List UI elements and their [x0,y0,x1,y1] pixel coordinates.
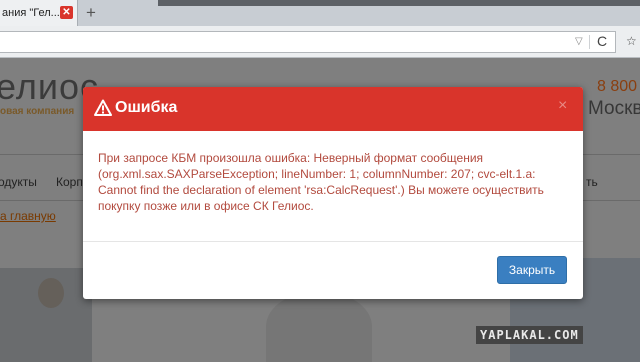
browser-toolbar: ▽ C ☆ [0,26,640,58]
nav-item-corporate[interactable]: Корп [56,175,83,189]
promo-photo-detail [38,278,64,308]
dialog-title: Ошибка [115,99,178,116]
tab-title: ания "Гел... [2,7,60,19]
error-dialog: Ошибка × При запросе КБМ произошла ошибк… [83,87,583,299]
logo-tagline: овая компания [0,106,75,117]
new-tab-icon[interactable]: + [86,3,96,23]
watermark: YAPLAKAL.COM [476,326,583,344]
phone-number: 8 800 [597,78,638,95]
reload-icon[interactable]: C [597,33,607,49]
nav-item-products[interactable]: одукты [0,175,37,189]
nav-item-more[interactable]: ть [586,175,598,189]
url-separator [589,35,590,49]
address-bar[interactable]: ▽ C [0,31,616,53]
url-dropdown-icon[interactable]: ▽ [575,36,583,47]
city-label: Москве [588,98,640,119]
close-button[interactable]: Закрыть [497,256,567,284]
home-link[interactable]: а главную [0,209,56,223]
promo-photo [266,291,372,362]
browser-tab[interactable]: ания "Гел... ✕ [0,0,78,26]
tab-strip: ания "Гел... ✕ + [0,0,640,26]
tabstrip-background [158,0,640,6]
error-message: При запросе КБМ произошла ошибка: Неверн… [98,151,544,213]
tab-close-icon[interactable]: ✕ [60,6,73,19]
bookmark-icon[interactable]: ☆ [626,34,637,48]
warning-icon [94,99,112,116]
dialog-footer-divider [83,241,583,242]
close-icon[interactable]: × [558,97,567,115]
dialog-header: Ошибка × [83,87,583,131]
